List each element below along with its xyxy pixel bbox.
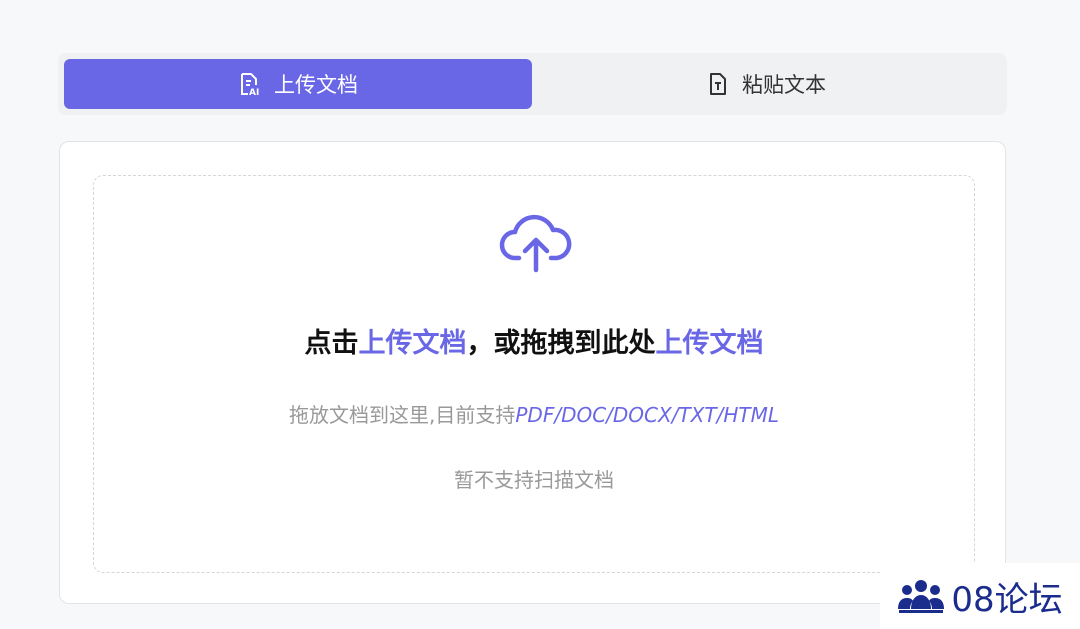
tab-bar: AI 上传文档 粘贴文本: [58, 53, 1007, 115]
tab-upload-document[interactable]: AI 上传文档: [64, 59, 532, 109]
text-file-icon: [710, 73, 726, 95]
headline-middle: ，或拖拽到此处: [466, 328, 656, 359]
watermark: 08论坛: [880, 563, 1080, 629]
svg-text:AI: AI: [249, 88, 259, 96]
supported-formats: 拖放文档到这里,目前支持PDF/DOC/DOCX/TXT/HTML: [94, 399, 974, 428]
tab-paste-text[interactable]: 粘贴文本: [533, 59, 1001, 109]
headline-upload-link-1[interactable]: 上传文档: [359, 328, 467, 359]
upload-dropzone[interactable]: 点击上传文档，或拖拽到此处上传文档 拖放文档到这里,目前支持PDF/DOC/DO…: [93, 175, 975, 573]
tab-paste-label: 粘贴文本: [742, 73, 826, 97]
scan-not-supported-note: 暂不支持扫描文档: [454, 468, 614, 492]
document-ai-icon: AI: [241, 73, 259, 96]
community-icon: [898, 580, 945, 613]
formats-prefix: 拖放文档到这里,目前支持: [289, 403, 516, 427]
tab-upload-label: 上传文档: [274, 73, 358, 97]
upload-headline: 点击上传文档，或拖拽到此处上传文档: [94, 321, 974, 360]
headline-prefix: 点击: [304, 328, 359, 359]
upload-card: 点击上传文档，或拖拽到此处上传文档 拖放文档到这里,目前支持PDF/DOC/DO…: [59, 141, 1006, 604]
formats-list: PDF/DOC/DOCX/TXT/HTML: [515, 403, 779, 427]
watermark-text: 08论坛: [951, 579, 1063, 620]
headline-upload-link-2[interactable]: 上传文档: [656, 328, 764, 359]
cloud-upload-icon: [499, 214, 572, 273]
